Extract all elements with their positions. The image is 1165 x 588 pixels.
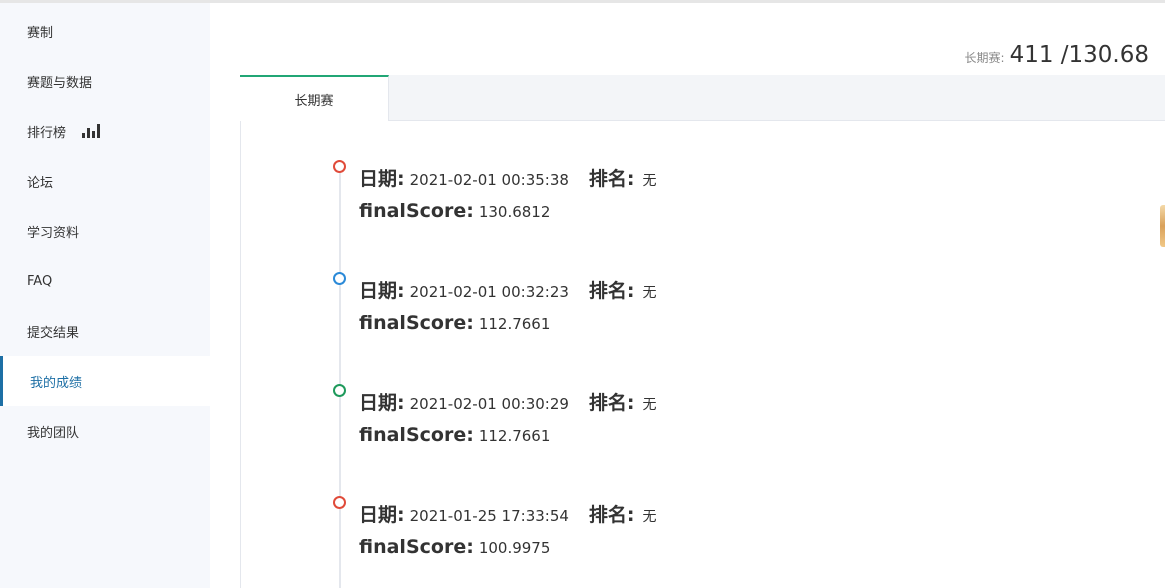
score-label: finalScore:: [359, 424, 474, 446]
date-label: 日期:: [359, 168, 405, 190]
sidebar-item-leaderboard[interactable]: 排行榜: [0, 106, 210, 156]
sidebar-item-label: 我的成绩: [30, 375, 83, 391]
sidebar-item-label: 论坛: [27, 175, 54, 191]
score-summary: 长期赛: 411 /130.68: [965, 42, 1149, 68]
date-label: 日期:: [359, 392, 405, 414]
sidebar-item-submit[interactable]: 提交结果: [0, 306, 210, 356]
score-value: 130.6812: [478, 203, 551, 221]
sidebar-item-learning[interactable]: 学习资料: [0, 206, 210, 256]
rank-value: 无: [642, 397, 657, 413]
rank-label: 排名:: [588, 280, 635, 302]
bar-chart-icon: [82, 124, 101, 138]
score-label: finalScore:: [359, 536, 474, 558]
timeline-dot: [333, 384, 346, 397]
rank-value: 无: [642, 285, 657, 301]
tab-long-term[interactable]: 长期赛: [240, 75, 389, 121]
timeline-dot: [333, 496, 346, 509]
sidebar-item-label: 我的团队: [27, 425, 80, 441]
timeline-item: 日期: 2021-02-01 00:35:38 排名: 无 finalScore…: [333, 160, 1033, 240]
date-label: 日期:: [359, 504, 405, 526]
date-value: 2021-01-25 17:33:54: [409, 507, 569, 525]
sidebar-item-label: 赛制: [27, 25, 54, 41]
sidebar-item-my-scores[interactable]: 我的成绩: [0, 356, 210, 406]
rank-value: 无: [642, 509, 657, 525]
timeline-item: 日期: 2021-01-25 17:33:54 排名: 无 finalScore…: [333, 496, 1033, 576]
sidebar-item-forum[interactable]: 论坛: [0, 156, 210, 206]
date-value: 2021-02-01 00:30:29: [409, 395, 569, 413]
sidebar-item-label: 学习资料: [27, 225, 80, 241]
sidebar-item-faq[interactable]: FAQ: [0, 256, 210, 306]
date-value: 2021-02-01 00:32:23: [409, 283, 569, 301]
timeline-dot: [333, 160, 346, 173]
timeline-item: 日期: 2021-02-01 00:32:23 排名: 无 finalScore…: [333, 272, 1033, 352]
score-value: 100.9975: [478, 539, 551, 557]
date-label: 日期:: [359, 280, 405, 302]
score-label: finalScore:: [359, 312, 474, 334]
score-summary-label: 长期赛:: [964, 51, 1005, 65]
sidebar-item-problem-data[interactable]: 赛题与数据: [0, 56, 210, 106]
sidebar-item-label: FAQ: [27, 273, 53, 289]
score-value: 112.7661: [478, 315, 551, 333]
timeline-dot: [333, 272, 346, 285]
sidebar-item-label: 排行榜: [27, 125, 67, 141]
date-value: 2021-02-01 00:35:38: [409, 171, 569, 189]
score-summary-value: 411 /130.68: [1009, 42, 1149, 68]
sidebar-item-my-team[interactable]: 我的团队: [0, 406, 210, 456]
tab-bar: 长期赛: [240, 75, 1165, 121]
sidebar-item-label: 赛题与数据: [27, 75, 93, 91]
score-value: 112.7661: [478, 427, 551, 445]
sidebar: 赛制 赛题与数据 排行榜 论坛 学习资料 FAQ 提交结果 我的成绩 我的团队: [0, 3, 210, 588]
sidebar-item-label: 提交结果: [27, 325, 80, 341]
sidebar-item-rules[interactable]: 赛制: [0, 6, 210, 56]
floating-widget-image[interactable]: [1160, 205, 1165, 247]
timeline-item: 日期: 2021-02-01 00:30:29 排名: 无 finalScore…: [333, 384, 1033, 464]
rank-label: 排名:: [588, 504, 635, 526]
rank-label: 排名:: [588, 168, 635, 190]
rank-value: 无: [642, 173, 657, 189]
rank-label: 排名:: [588, 392, 635, 414]
score-label: finalScore:: [359, 200, 474, 222]
